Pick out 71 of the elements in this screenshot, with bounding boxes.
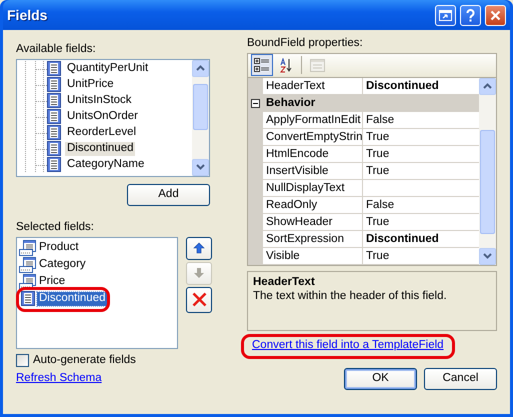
restore-button[interactable] (435, 4, 456, 26)
tree-item[interactable]: CategoryName (65, 158, 146, 172)
list-item[interactable]: Category (37, 258, 88, 272)
property-name[interactable]: InsertVisible (263, 162, 363, 180)
scroll-thumb[interactable] (193, 84, 208, 130)
scrollbar[interactable] (192, 60, 209, 176)
bound-field-icon (19, 274, 36, 290)
selected-fields-list[interactable]: Product Category Price Discontinued (16, 236, 178, 349)
description-text: The text within the header of this field. (253, 290, 448, 304)
bound-field-icon (19, 240, 36, 256)
cancel-button[interactable]: Cancel (424, 368, 497, 390)
description-title: HeaderText (253, 276, 316, 290)
scroll-thumb[interactable] (480, 130, 495, 234)
field-icon (47, 141, 61, 156)
field-tree[interactable]: QuantityPerUnit UnitPrice UnitsInStock UnitsOnOrder ReorderLevel Discontinued CategoryName (16, 58, 210, 177)
sort-az-icon (280, 58, 292, 73)
property-name[interactable]: HtmlEncode (263, 146, 363, 163)
down-arrow-icon (193, 267, 205, 280)
bound-field-icon (19, 257, 36, 274)
properties-label: BoundField properties: (247, 37, 364, 51)
field-icon (47, 125, 61, 140)
field-icon (47, 157, 61, 172)
checkbox[interactable] (16, 354, 29, 367)
help-icon (466, 8, 475, 22)
help-button[interactable] (460, 4, 481, 26)
tree-item[interactable]: QuantityPerUnit (65, 62, 150, 76)
tree-item[interactable]: Discontinued (65, 142, 136, 156)
property-name[interactable]: ShowHeader (263, 214, 363, 231)
add-button[interactable]: Add (127, 184, 210, 206)
tree-item[interactable]: UnitsOnOrder (65, 110, 140, 124)
move-up-button[interactable] (186, 236, 212, 260)
list-item[interactable]: Discontinued (37, 292, 108, 306)
refresh-schema-link[interactable]: Refresh Schema (16, 372, 102, 386)
up-arrow-icon (193, 242, 205, 254)
scroll-down-button[interactable] (192, 158, 209, 176)
field-icon (47, 109, 61, 124)
ok-button[interactable]: OK (344, 368, 417, 390)
field-icon (47, 93, 61, 108)
scrollbar[interactable] (479, 78, 496, 265)
field-icon (47, 61, 61, 76)
delete-icon (192, 292, 206, 308)
list-label: Selected fields: (16, 220, 95, 235)
category-name[interactable]: Behavior (263, 94, 479, 112)
property-name[interactable]: ReadOnly (263, 196, 363, 214)
scroll-down-button[interactable] (479, 248, 496, 265)
list-item[interactable]: Product (37, 241, 81, 255)
property-name[interactable]: ConvertEmptyStrin (263, 128, 363, 146)
checkbox-field-icon (19, 291, 36, 308)
scroll-up-button[interactable] (479, 78, 496, 95)
tree-item[interactable]: UnitsInStock (65, 94, 134, 108)
checkbox-label: Auto-generate fields (33, 354, 136, 368)
property-name[interactable]: Visible (263, 248, 363, 265)
property-pages-icon (310, 58, 324, 72)
categorized-button[interactable] (251, 54, 273, 76)
collapse-icon[interactable] (251, 98, 260, 108)
window-title: Fields (7, 6, 48, 24)
close-icon (490, 10, 501, 20)
restore-icon (439, 10, 452, 20)
scroll-up-button[interactable] (192, 60, 209, 77)
property-name[interactable]: ApplyFormatInEdit (263, 112, 363, 129)
field-icon (47, 77, 61, 92)
convert-template-field-link[interactable]: Convert this field into a TemplateField (252, 338, 444, 351)
list-item[interactable]: Price (37, 275, 68, 289)
list-label: Available fields: (16, 43, 97, 57)
tree-item[interactable]: ReorderLevel (65, 126, 138, 140)
tree-item[interactable]: UnitPrice (65, 78, 116, 92)
close-button[interactable] (485, 4, 506, 26)
delete-button[interactable] (186, 286, 212, 313)
categorized-icon (254, 58, 270, 72)
property-name[interactable]: SortExpression (263, 230, 363, 248)
property-name[interactable]: NullDisplayText (263, 180, 363, 197)
